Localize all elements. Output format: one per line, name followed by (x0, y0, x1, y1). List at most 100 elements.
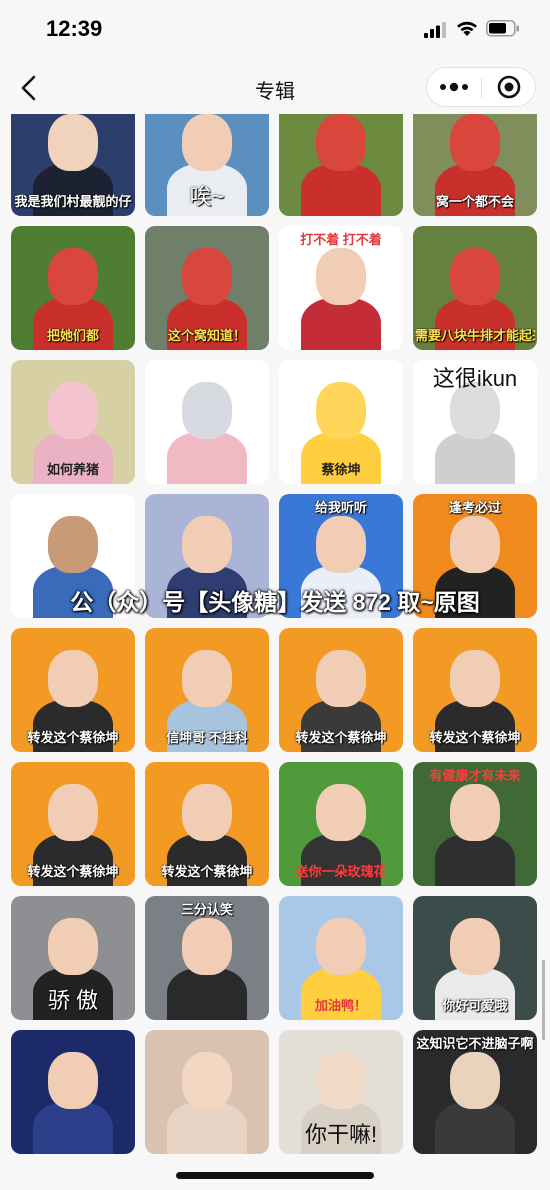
sticker-face (48, 918, 98, 976)
sticker-tile[interactable]: 你好可爱哦 (413, 896, 537, 1020)
sticker-face (48, 1052, 98, 1110)
sticker-face (182, 382, 232, 440)
sticker-tile[interactable] (145, 1030, 269, 1154)
sticker-caption: 骄 傲 (47, 988, 99, 1013)
sticker-tile[interactable]: 如何养猪 (11, 360, 135, 484)
sticker-face (316, 650, 366, 708)
sticker-caption: 这个窝知道！ (167, 328, 246, 343)
home-indicator[interactable] (176, 1172, 374, 1179)
sticker-tile[interactable] (11, 1030, 135, 1154)
sticker-figure-body (301, 163, 381, 216)
sticker-tile[interactable]: 有健康才有未来 (413, 762, 537, 886)
sticker-face (48, 382, 98, 440)
wifi-icon (457, 21, 477, 36)
sticker-tile[interactable]: 信坤哥 不挂科 (145, 628, 269, 752)
sticker-caption: 这很ikun (432, 366, 518, 391)
sticker-face (316, 114, 366, 172)
sticker-tile[interactable]: 窝一个都不会 (413, 114, 537, 216)
sticker-face (316, 382, 366, 440)
sticker-tile[interactable]: 你干嘛! (279, 1030, 403, 1154)
sticker-figure-body (167, 1101, 247, 1154)
sticker-tile[interactable]: 需要八块牛排才能起来 (413, 226, 537, 350)
sticker-tile[interactable]: 这个窝知道！ (145, 226, 269, 350)
close-button[interactable] (482, 68, 536, 106)
sticker-face (48, 650, 98, 708)
sticker-caption: 蔡徐坤 (321, 462, 361, 477)
sticker-caption: 需要八块牛排才能起来 (415, 328, 535, 343)
sticker-caption: 窝一个都不会 (435, 194, 514, 209)
sticker-face (182, 1052, 232, 1110)
sticker-face (48, 114, 98, 172)
sticker-figure-body (33, 1101, 113, 1154)
watermark-overlay-text: 公（众）号【头像糖】发送 872 取~原图 (70, 589, 480, 615)
sticker-face (316, 516, 366, 574)
sticker-tile[interactable]: 转发这个蔡徐坤 (413, 628, 537, 752)
sticker-tile[interactable]: 唉~ (145, 114, 269, 216)
sticker-tile[interactable]: 加油鸭！ (279, 896, 403, 1020)
sticker-figure-body (167, 967, 247, 1020)
sticker-tile[interactable]: 转发这个蔡徐坤 (279, 628, 403, 752)
sticker-face (48, 248, 98, 306)
more-dots-icon (440, 82, 468, 92)
sticker-face (48, 784, 98, 842)
sticker-caption: 有健康才有未来 (429, 768, 521, 783)
sticker-tile[interactable]: 这很ikun (413, 360, 537, 484)
sticker-caption: 送你一朵玫瑰花 (295, 864, 387, 879)
mini-program-capsule (426, 67, 536, 107)
sticker-caption: 把她们都 (46, 328, 99, 343)
sticker-caption: 转发这个蔡徐坤 (295, 730, 387, 745)
sticker-face (316, 248, 366, 306)
sticker-caption: 唉~ (189, 184, 225, 209)
sticker-caption: 三分认笑 (180, 902, 233, 917)
sticker-face (450, 516, 500, 574)
sticker-face (48, 516, 98, 574)
sticker-tile[interactable]: 三分认笑 (145, 896, 269, 1020)
sticker-caption: 如何养猪 (46, 462, 99, 477)
sticker-tile[interactable]: 骄 傲 (11, 896, 135, 1020)
sticker-face (316, 784, 366, 842)
battery-icon (486, 20, 519, 37)
album-image-grid: 我是我们村最靓的仔 唉~ 窝一个都不会把她们都 这个窝知道！ 打不着 打不着需要八块牛排… (0, 114, 550, 1166)
sticker-caption: 打不着 打不着 (300, 232, 382, 247)
sticker-face (450, 248, 500, 306)
sticker-caption: 转发这个蔡徐坤 (27, 730, 119, 745)
status-time: 12:39 (46, 16, 103, 41)
sticker-face (182, 650, 232, 708)
sticker-tile[interactable] (145, 360, 269, 484)
scrollbar[interactable] (542, 960, 545, 1040)
sticker-tile[interactable]: 转发这个蔡徐坤 (11, 762, 135, 886)
sticker-tile[interactable] (279, 114, 403, 216)
more-button[interactable] (427, 68, 481, 106)
sticker-caption: 我是我们村最靓的仔 (14, 194, 132, 209)
sticker-face (182, 784, 232, 842)
sticker-tile[interactable]: 打不着 打不着 (279, 226, 403, 350)
sticker-face (450, 650, 500, 708)
sticker-tile[interactable]: 转发这个蔡徐坤 (11, 628, 135, 752)
sticker-tile[interactable]: 转发这个蔡徐坤 (145, 762, 269, 886)
sticker-face (450, 918, 500, 976)
sticker-caption: 给我听听 (314, 500, 367, 515)
sticker-figure-body (435, 833, 515, 886)
sticker-tile[interactable]: 我是我们村最靓的仔 (11, 114, 135, 216)
target-close-icon (497, 75, 521, 99)
sticker-figure-body (435, 1101, 515, 1154)
sticker-face (316, 1052, 366, 1110)
sticker-face (182, 918, 232, 976)
status-bar: 12:39 (0, 0, 550, 62)
sticker-face (450, 114, 500, 172)
sticker-face (182, 516, 232, 574)
sticker-tile[interactable]: 这知识它不进脑子啊 (413, 1030, 537, 1154)
sticker-figure-body (435, 431, 515, 484)
sticker-figure-body (167, 431, 247, 484)
sticker-tile[interactable]: 送你一朵玫瑰花 (279, 762, 403, 886)
sticker-face (450, 784, 500, 842)
sticker-face (450, 1052, 500, 1110)
sticker-tile[interactable]: 把她们都 (11, 226, 135, 350)
sticker-tile[interactable]: 蔡徐坤 (279, 360, 403, 484)
nav-bar: 专辑 (0, 62, 550, 114)
sticker-caption: 转发这个蔡徐坤 (27, 864, 119, 879)
sticker-figure-body (301, 297, 381, 350)
sticker-caption: 你干嘛! (304, 1122, 378, 1147)
sticker-caption: 信坤哥 不挂科 (166, 730, 248, 745)
sticker-face (182, 248, 232, 306)
